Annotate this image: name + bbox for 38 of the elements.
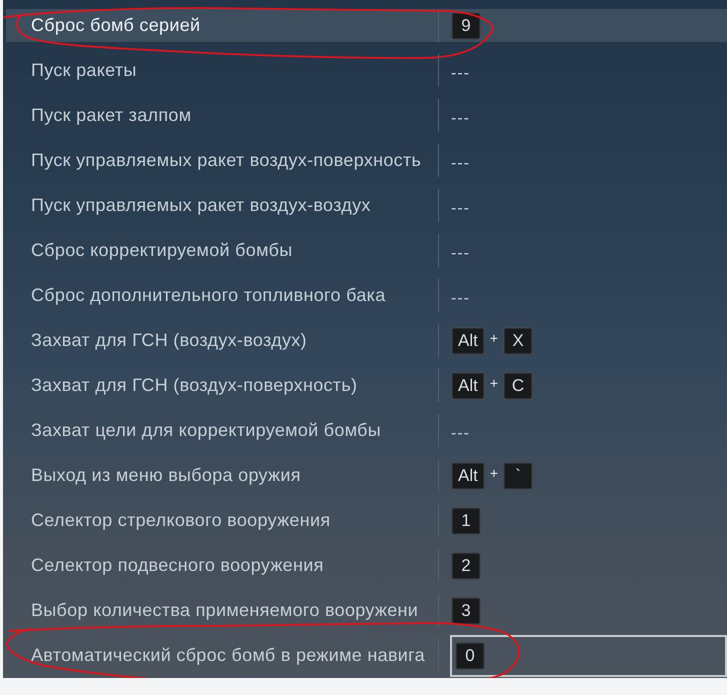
action-label: Селектор подвесного вооружения bbox=[31, 555, 324, 575]
unassigned-text: --- bbox=[451, 110, 470, 128]
key-cap: 9 bbox=[451, 12, 481, 40]
action-label: Пуск управляемых ракет воздух-воздух bbox=[31, 195, 371, 215]
action-label: Сброс дополнительного топливного бака bbox=[31, 285, 386, 305]
key-cap: Alt bbox=[451, 326, 485, 354]
unassigned-text: --- bbox=[451, 290, 470, 308]
action-label: Пуск ракет залпом bbox=[31, 105, 192, 125]
key-cap: Alt bbox=[451, 462, 485, 490]
plus-sign: + bbox=[490, 330, 498, 346]
plus-sign: + bbox=[490, 374, 498, 390]
plus-sign: + bbox=[490, 464, 498, 480]
action-label: Захват для ГСН (воздух-воздух) bbox=[31, 330, 307, 350]
action-label: Выход из меню выбора оружия bbox=[31, 465, 301, 485]
action-label: Автоматический сброс бомб в режиме навига bbox=[31, 645, 425, 665]
unassigned-text: --- bbox=[451, 244, 470, 262]
key-cap: X bbox=[503, 326, 534, 354]
unassigned-text: --- bbox=[451, 200, 470, 218]
action-label: Пуск управляемых ракет воздух-поверхность bbox=[31, 150, 422, 170]
action-label: Селектор стрелкового вооружения bbox=[31, 510, 330, 530]
action-label: Пуск ракеты bbox=[31, 60, 137, 80]
key-cap: 1 bbox=[451, 506, 481, 534]
key-cap: ` bbox=[503, 462, 534, 490]
key-cap: 0 bbox=[455, 642, 485, 670]
binding-field[interactable]: 0 bbox=[450, 634, 727, 676]
unassigned-text: --- bbox=[451, 154, 470, 172]
unassigned-text: --- bbox=[451, 424, 470, 442]
key-cap: C bbox=[503, 372, 534, 400]
action-label: Сброс бомб серией bbox=[31, 15, 200, 35]
highlighted-row[interactable]: Сброс бомб серией 9 bbox=[6, 9, 727, 42]
action-label: Выбор количества применяемого вооружени bbox=[31, 600, 418, 620]
key-cap: 2 bbox=[451, 552, 481, 580]
action-label: Захват цели для корректируемой бомбы bbox=[31, 420, 382, 440]
action-label: Захват для ГСН (воздух-поверхность) bbox=[31, 375, 358, 395]
key-cap: 3 bbox=[451, 596, 481, 624]
unassigned-text: --- bbox=[451, 64, 470, 82]
action-label: Сброс корректируемой бомбы bbox=[31, 240, 292, 260]
key-cap: Alt bbox=[451, 372, 485, 400]
